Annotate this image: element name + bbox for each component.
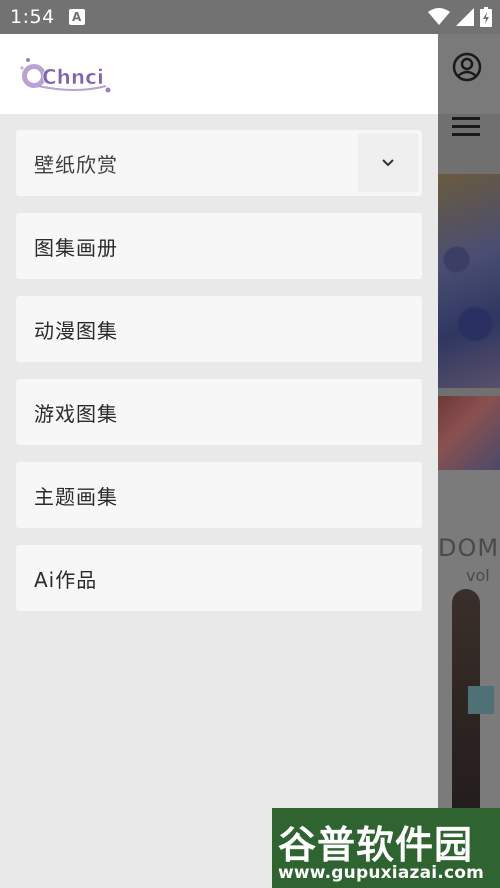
wifi-icon: [428, 8, 450, 25]
menu-item-label: 游戏图集: [34, 401, 118, 426]
menu-item-themes[interactable]: 主题画集: [16, 462, 422, 528]
hamburger-menu-icon[interactable]: [452, 116, 480, 138]
logo-text: Chnci: [42, 65, 104, 89]
menu-item-anime[interactable]: 动漫图集: [16, 296, 422, 362]
menu-item-label: Ai作品: [34, 567, 98, 592]
wallpaper-thumbnail[interactable]: [438, 396, 500, 470]
watermark-url: www.gupuxiazai.com: [278, 863, 485, 883]
menu-item-label: 动漫图集: [34, 318, 118, 343]
user-account-icon[interactable]: [452, 52, 482, 82]
background-card-subtitle: vol: [466, 566, 490, 585]
status-bar: 1:54 A: [0, 0, 500, 34]
menu-item-ai-works[interactable]: Ai作品: [16, 545, 422, 611]
notification-icon: A: [68, 9, 85, 25]
menu-item-wallpaper[interactable]: 壁纸欣赏: [16, 130, 422, 196]
watermark: 谷普软件园 www.gupuxiazai.com: [272, 808, 500, 888]
navigation-drawer: Chnci 壁纸欣赏 图集画册 动漫图集 游戏图集 主题画集 Ai作品: [0, 34, 438, 888]
background-page: DOM vol: [438, 34, 500, 888]
chnci-logo[interactable]: Chnci: [16, 50, 116, 96]
menu-item-games[interactable]: 游戏图集: [16, 379, 422, 445]
menu-item-albums[interactable]: 图集画册: [16, 213, 422, 279]
background-card-title: DOM: [438, 534, 500, 562]
watermark-title: 谷普软件园: [278, 823, 474, 867]
menu-item-label: 主题画集: [34, 484, 118, 509]
drawer-menu: 壁纸欣赏 图集画册 动漫图集 游戏图集 主题画集 Ai作品: [16, 130, 422, 628]
chevron-down-icon: [382, 159, 394, 167]
wallpaper-thumbnail[interactable]: [438, 174, 500, 388]
background-decoration: [468, 686, 494, 714]
battery-icon: [480, 7, 492, 27]
menu-item-label: 图集画册: [34, 235, 118, 260]
signal-icon: [456, 8, 474, 26]
status-icons: [428, 7, 492, 27]
drawer-header: Chnci: [0, 34, 438, 114]
menu-item-label: 壁纸欣赏: [34, 152, 118, 177]
status-time: 1:54: [10, 6, 55, 28]
expand-submenu-button[interactable]: [358, 134, 418, 192]
